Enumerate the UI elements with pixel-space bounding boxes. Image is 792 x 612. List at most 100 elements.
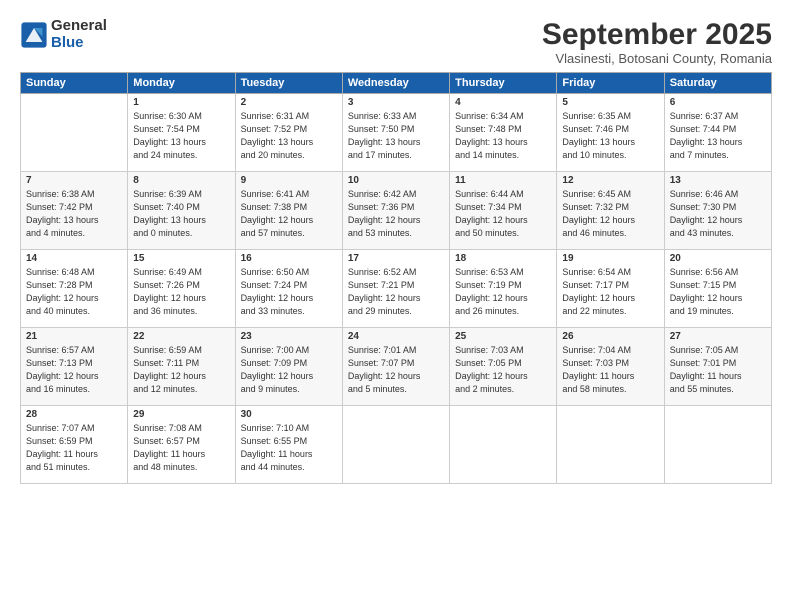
calendar-cell: 15Sunrise: 6:49 AMSunset: 7:26 PMDayligh… <box>128 250 235 328</box>
day-number: 23 <box>241 331 337 342</box>
day-number: 3 <box>348 97 444 108</box>
calendar-cell: 13 Sunrise: 6:46 AMSunset: 7:30 PMDayligh… <box>664 172 771 250</box>
day-number: 21 <box>26 331 122 342</box>
header-row: Sunday Monday Tuesday Wednesday Thursday… <box>21 73 772 94</box>
day-number: 6 <box>670 97 766 108</box>
day-number: 18 <box>455 253 551 264</box>
header-friday: Friday <box>557 73 664 94</box>
calendar-cell: 12Sunrise: 6:45 AMSunset: 7:32 PMDayligh… <box>557 172 664 250</box>
calendar-cell: 22 Sunrise: 6:59 AMSunset: 7:11 PMDayligh… <box>128 328 235 406</box>
day-number: 7 <box>26 175 122 186</box>
day-number: 22 <box>133 331 229 342</box>
day-number: 9 <box>241 175 337 186</box>
header-monday: Monday <box>128 73 235 94</box>
month-title: September 2025 <box>542 18 772 51</box>
day-info: Sunrise: 6:33 AMSunset: 7:50 PMDaylight:… <box>348 111 421 160</box>
day-number: 24 <box>348 331 444 342</box>
calendar-cell: 21Sunrise: 6:57 AMSunset: 7:13 PMDayligh… <box>21 328 128 406</box>
day-info: Sunrise: 6:42 AMSunset: 7:36 PMDaylight:… <box>348 189 421 238</box>
week-row-4: 21Sunrise: 6:57 AMSunset: 7:13 PMDayligh… <box>21 328 772 406</box>
day-info: Sunrise: 6:46 AMSunset: 7:30 PMDaylight:… <box>670 189 743 238</box>
title-area: September 2025 Vlasinesti, Botosani Coun… <box>542 18 772 66</box>
calendar-cell: 11 Sunrise: 6:44 AMSunset: 7:34 PMDayligh… <box>450 172 557 250</box>
day-info: Sunrise: 6:39 AMSunset: 7:40 PMDaylight:… <box>133 189 206 238</box>
header-thursday: Thursday <box>450 73 557 94</box>
calendar-cell: 8 Sunrise: 6:39 AMSunset: 7:40 PMDaylight… <box>128 172 235 250</box>
calendar-cell: 3 Sunrise: 6:33 AMSunset: 7:50 PMDaylight… <box>342 94 449 172</box>
day-number: 15 <box>133 253 229 264</box>
calendar-cell: 23 Sunrise: 7:00 AMSunset: 7:09 PMDayligh… <box>235 328 342 406</box>
day-number: 1 <box>133 97 229 108</box>
calendar-cell <box>21 94 128 172</box>
day-info: Sunrise: 6:31 AMSunset: 7:52 PMDaylight:… <box>241 111 314 160</box>
day-number: 16 <box>241 253 337 264</box>
calendar-cell <box>342 406 449 484</box>
day-info: Sunrise: 6:41 AMSunset: 7:38 PMDaylight:… <box>241 189 314 238</box>
calendar-cell: 25 Sunrise: 7:03 AMSunset: 7:05 PMDayligh… <box>450 328 557 406</box>
day-number: 11 <box>455 175 551 186</box>
day-number: 4 <box>455 97 551 108</box>
calendar-cell: 2 Sunrise: 6:31 AMSunset: 7:52 PMDaylight… <box>235 94 342 172</box>
day-info: Sunrise: 6:48 AMSunset: 7:28 PMDaylight:… <box>26 267 99 316</box>
header-tuesday: Tuesday <box>235 73 342 94</box>
week-row-1: 1 Sunrise: 6:30 AMSunset: 7:54 PMDaylight… <box>21 94 772 172</box>
calendar-cell: 28Sunrise: 7:07 AMSunset: 6:59 PMDayligh… <box>21 406 128 484</box>
calendar-cell: 24Sunrise: 7:01 AMSunset: 7:07 PMDayligh… <box>342 328 449 406</box>
page-header: General Blue September 2025 Vlasinesti, … <box>20 18 772 66</box>
calendar-cell: 19 Sunrise: 6:54 AMSunset: 7:17 PMDayligh… <box>557 250 664 328</box>
logo-icon <box>20 21 48 49</box>
day-number: 25 <box>455 331 551 342</box>
day-info: Sunrise: 6:54 AMSunset: 7:17 PMDaylight:… <box>562 267 635 316</box>
day-info: Sunrise: 6:37 AMSunset: 7:44 PMDaylight:… <box>670 111 743 160</box>
calendar-cell: 16 Sunrise: 6:50 AMSunset: 7:24 PMDayligh… <box>235 250 342 328</box>
calendar-cell: 27Sunrise: 7:05 AMSunset: 7:01 PMDayligh… <box>664 328 771 406</box>
calendar-cell: 29 Sunrise: 7:08 AMSunset: 6:57 PMDayligh… <box>128 406 235 484</box>
calendar-cell <box>664 406 771 484</box>
day-number: 17 <box>348 253 444 264</box>
calendar-cell: 14 Sunrise: 6:48 AMSunset: 7:28 PMDayligh… <box>21 250 128 328</box>
day-number: 2 <box>241 97 337 108</box>
calendar-cell <box>557 406 664 484</box>
calendar-cell: 17 Sunrise: 6:52 AMSunset: 7:21 PMDayligh… <box>342 250 449 328</box>
calendar-cell: 10 Sunrise: 6:42 AMSunset: 7:36 PMDayligh… <box>342 172 449 250</box>
day-info: Sunrise: 7:00 AMSunset: 7:09 PMDaylight:… <box>241 345 314 394</box>
day-number: 26 <box>562 331 658 342</box>
calendar-table: Sunday Monday Tuesday Wednesday Thursday… <box>20 72 772 484</box>
day-number: 29 <box>133 409 229 420</box>
day-number: 27 <box>670 331 766 342</box>
day-number: 19 <box>562 253 658 264</box>
header-wednesday: Wednesday <box>342 73 449 94</box>
day-number: 8 <box>133 175 229 186</box>
day-info: Sunrise: 6:56 AMSunset: 7:15 PMDaylight:… <box>670 267 743 316</box>
day-info: Sunrise: 6:53 AMSunset: 7:19 PMDaylight:… <box>455 267 528 316</box>
day-number: 14 <box>26 253 122 264</box>
day-info: Sunrise: 6:45 AMSunset: 7:32 PMDaylight:… <box>562 189 635 238</box>
day-info: Sunrise: 7:10 AMSunset: 6:55 PMDaylight:… <box>241 423 313 472</box>
day-info: Sunrise: 6:50 AMSunset: 7:24 PMDaylight:… <box>241 267 314 316</box>
calendar-cell: 30 Sunrise: 7:10 AMSunset: 6:55 PMDayligh… <box>235 406 342 484</box>
calendar-cell: 1 Sunrise: 6:30 AMSunset: 7:54 PMDaylight… <box>128 94 235 172</box>
day-number: 5 <box>562 97 658 108</box>
logo-blue-text: Blue <box>51 35 107 52</box>
day-info: Sunrise: 7:04 AMSunset: 7:03 PMDaylight:… <box>562 345 634 394</box>
header-sunday: Sunday <box>21 73 128 94</box>
day-info: Sunrise: 6:34 AMSunset: 7:48 PMDaylight:… <box>455 111 528 160</box>
week-row-5: 28Sunrise: 7:07 AMSunset: 6:59 PMDayligh… <box>21 406 772 484</box>
week-row-3: 14 Sunrise: 6:48 AMSunset: 7:28 PMDayligh… <box>21 250 772 328</box>
logo: General Blue <box>20 18 107 51</box>
calendar-cell: 9 Sunrise: 6:41 AMSunset: 7:38 PMDaylight… <box>235 172 342 250</box>
day-info: Sunrise: 7:08 AMSunset: 6:57 PMDaylight:… <box>133 423 205 472</box>
day-info: Sunrise: 6:59 AMSunset: 7:11 PMDaylight:… <box>133 345 206 394</box>
day-number: 13 <box>670 175 766 186</box>
calendar-cell: 18 Sunrise: 6:53 AMSunset: 7:19 PMDayligh… <box>450 250 557 328</box>
day-number: 10 <box>348 175 444 186</box>
day-info: Sunrise: 7:03 AMSunset: 7:05 PMDaylight:… <box>455 345 528 394</box>
calendar-cell: 5 Sunrise: 6:35 AMSunset: 7:46 PMDaylight… <box>557 94 664 172</box>
day-info: Sunrise: 6:44 AMSunset: 7:34 PMDaylight:… <box>455 189 528 238</box>
day-info: Sunrise: 6:35 AMSunset: 7:46 PMDaylight:… <box>562 111 635 160</box>
day-info: Sunrise: 6:52 AMSunset: 7:21 PMDaylight:… <box>348 267 421 316</box>
day-info: Sunrise: 6:30 AMSunset: 7:54 PMDaylight:… <box>133 111 206 160</box>
calendar-cell: 26 Sunrise: 7:04 AMSunset: 7:03 PMDayligh… <box>557 328 664 406</box>
day-number: 30 <box>241 409 337 420</box>
week-row-2: 7Sunrise: 6:38 AMSunset: 7:42 PMDaylight… <box>21 172 772 250</box>
